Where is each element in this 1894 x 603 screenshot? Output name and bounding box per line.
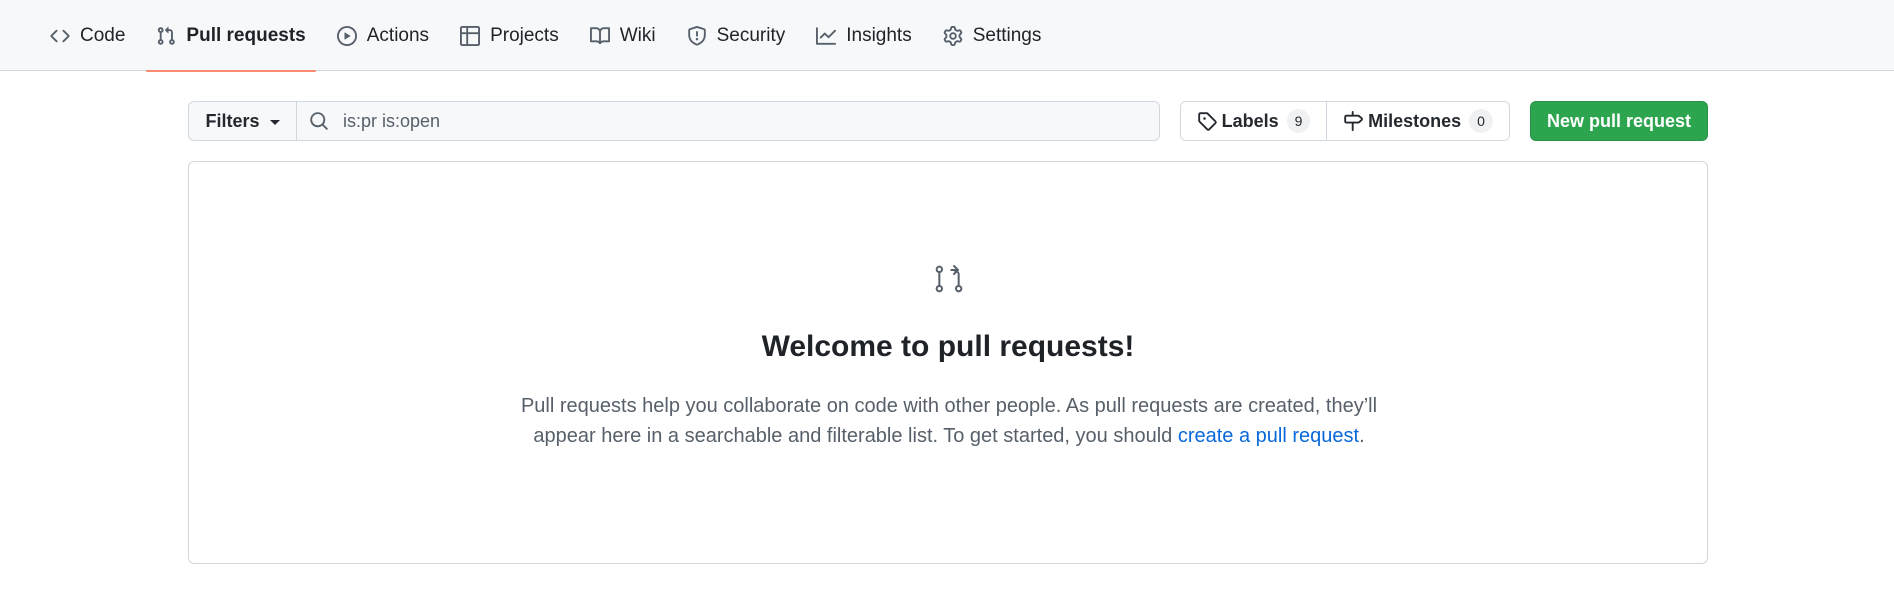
search-box[interactable] bbox=[297, 101, 1160, 141]
repo-nav-list: Code Pull requests Actions Projects Wiki bbox=[40, 0, 1062, 72]
labels-milestones-group: Labels 9 Milestones 0 bbox=[1180, 101, 1510, 141]
tab-security-label: Security bbox=[716, 24, 786, 46]
milestones-button[interactable]: Milestones 0 bbox=[1327, 102, 1509, 140]
triangle-down-icon bbox=[269, 119, 280, 125]
milestone-icon bbox=[1344, 111, 1364, 131]
git-pull-request-icon bbox=[935, 265, 963, 293]
gear-icon bbox=[943, 25, 963, 46]
filters-label: Filters bbox=[205, 110, 260, 131]
tab-projects[interactable]: Projects bbox=[450, 0, 569, 71]
repo-nav: Code Pull requests Actions Projects Wiki bbox=[0, 0, 1894, 72]
table-icon bbox=[460, 25, 481, 46]
search-input[interactable] bbox=[343, 110, 1159, 132]
tab-projects-label: Projects bbox=[490, 24, 559, 46]
tab-wiki-label: Wiki bbox=[619, 24, 656, 46]
labels-button[interactable]: Labels 9 bbox=[1181, 102, 1327, 140]
blankslate-desc-end: . bbox=[1359, 425, 1365, 447]
play-icon bbox=[336, 25, 357, 46]
tab-insights[interactable]: Insights bbox=[806, 0, 921, 71]
filter-group: Filters bbox=[188, 101, 1160, 141]
new-pull-request-button[interactable]: New pull request bbox=[1530, 101, 1708, 141]
blankslate-description: Pull requests help you collaborate on co… bbox=[489, 391, 1409, 451]
labels-count: 9 bbox=[1286, 109, 1311, 133]
tab-wiki[interactable]: Wiki bbox=[580, 0, 666, 71]
git-pull-request-icon bbox=[156, 26, 176, 46]
tab-insights-label: Insights bbox=[846, 24, 912, 46]
tag-icon bbox=[1197, 112, 1217, 131]
pull-requests-blankslate: Welcome to pull requests! Pull requests … bbox=[188, 161, 1708, 564]
tab-actions[interactable]: Actions bbox=[327, 0, 439, 71]
milestones-label: Milestones bbox=[1368, 110, 1462, 131]
labels-label: Labels bbox=[1221, 110, 1279, 131]
search-icon bbox=[309, 111, 329, 131]
tab-code[interactable]: Code bbox=[40, 0, 135, 71]
tab-settings-label: Settings bbox=[972, 24, 1042, 46]
tab-settings[interactable]: Settings bbox=[933, 0, 1052, 71]
filters-button[interactable]: Filters bbox=[188, 101, 297, 141]
book-icon bbox=[589, 26, 610, 46]
blankslate-title: Welcome to pull requests! bbox=[761, 330, 1135, 363]
tab-actions-label: Actions bbox=[366, 24, 430, 46]
code-icon bbox=[50, 26, 70, 46]
shield-icon bbox=[687, 25, 707, 46]
tab-code-label: Code bbox=[80, 24, 126, 46]
tab-pull-requests[interactable]: Pull requests bbox=[146, 0, 317, 72]
tab-pull-requests-label: Pull requests bbox=[186, 24, 306, 46]
milestones-count: 0 bbox=[1469, 109, 1493, 133]
create-pull-request-link[interactable]: create a pull request bbox=[1178, 425, 1359, 447]
pr-toolbar: Filters Labels 9 Milestones 0 New pull r… bbox=[188, 101, 1708, 141]
graph-icon bbox=[816, 26, 837, 46]
tab-security[interactable]: Security bbox=[677, 0, 796, 71]
